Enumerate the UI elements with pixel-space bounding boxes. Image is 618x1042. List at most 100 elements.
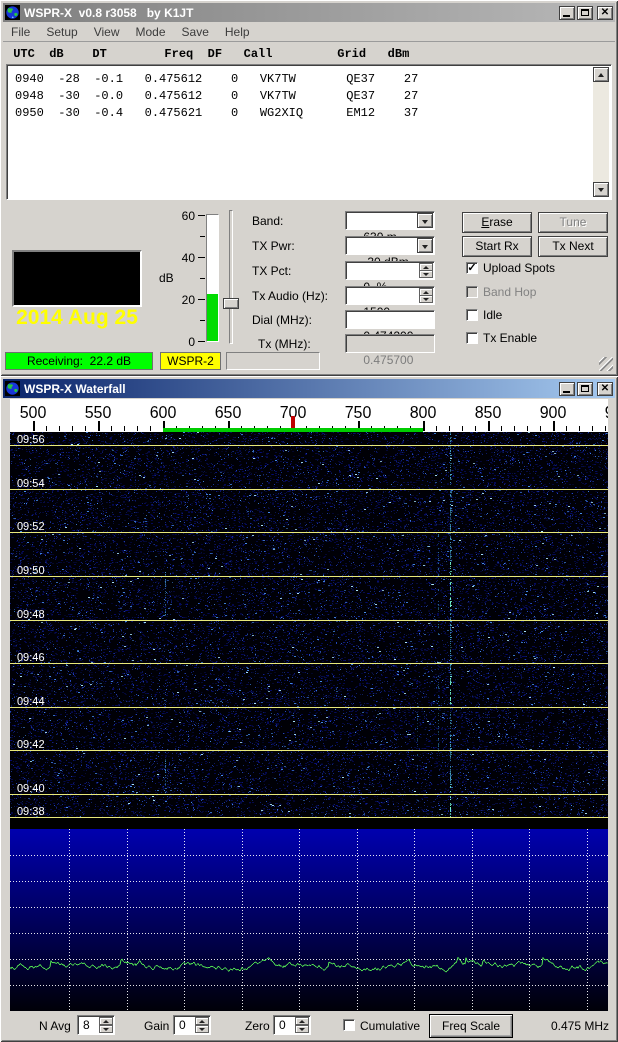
navg-spin-buttons — [99, 1017, 113, 1033]
band-hop-label: Band Hop — [483, 285, 536, 299]
txaudio-spin-buttons — [419, 288, 433, 303]
minimize-button[interactable] — [559, 6, 575, 20]
band-dropdown-button[interactable] — [417, 213, 433, 228]
spots-rows: 0940 -28 -0.1 0.475612 0 VK7TW QE37 27 0… — [15, 71, 418, 122]
zero-label: Zero — [245, 1019, 270, 1033]
maximize-button[interactable] — [577, 6, 593, 20]
clock-date: 2014 Aug 25 — [14, 305, 140, 330]
band-hop-checkbox — [466, 286, 478, 298]
arrow-down-icon — [103, 1028, 109, 1031]
zero-value: 0 — [279, 1018, 286, 1032]
tx-freq-value: 0.475700 — [363, 353, 413, 367]
tune-button: Tune — [538, 212, 608, 233]
waterfall-canvas — [10, 432, 608, 818]
txpwr-label: TX Pwr: — [252, 239, 295, 253]
arrow-up-icon — [423, 266, 429, 269]
resize-grip[interactable] — [599, 357, 613, 371]
navg-label: N Avg — [39, 1019, 71, 1033]
zero-spinner[interactable]: 0 — [273, 1015, 311, 1035]
signal-meter-fill — [207, 294, 218, 341]
dropdown-arrow-icon — [422, 220, 428, 224]
arrow-up-icon — [423, 291, 429, 294]
spin-down-button[interactable] — [419, 270, 433, 278]
tx-enable-checkbox[interactable] — [466, 332, 478, 344]
main-window-title: WSPR-X v0.8 r3058 by K1JT — [24, 6, 557, 20]
cumulative-label: Cumulative — [360, 1019, 420, 1033]
tx-next-button[interactable]: Tx Next — [538, 236, 608, 257]
mode-badge: WSPR-2 — [160, 352, 221, 370]
receiving-status: Receiving: 22.2 dB — [5, 352, 153, 370]
main-titlebar[interactable]: WSPR-X v0.8 r3058 by K1JT ✕ — [3, 3, 615, 22]
txpct-spinner[interactable]: 0 % — [345, 261, 435, 280]
tx-freq-label: Tx (MHz): — [258, 337, 311, 351]
spots-scrollbar[interactable] — [593, 67, 609, 197]
menu-setup[interactable]: Setup — [38, 23, 85, 39]
spin-down-button[interactable] — [99, 1025, 113, 1033]
zero-spin-buttons — [295, 1017, 309, 1033]
meter-tick-0: 0 — [183, 335, 195, 349]
signal-meter — [206, 214, 219, 342]
meter-tick-20: 20 — [177, 293, 195, 307]
utc-clock: 2014 Aug 25 09:56:37 — [12, 250, 142, 307]
dropdown-arrow-icon — [422, 245, 428, 249]
arrow-down-icon — [199, 1028, 205, 1031]
freq-scale-button[interactable]: Freq Scale — [429, 1014, 513, 1038]
spin-up-button[interactable] — [99, 1017, 113, 1025]
idle-checkbox[interactable] — [466, 309, 478, 321]
arrow-down-icon — [598, 188, 604, 192]
menu-save[interactable]: Save — [174, 23, 217, 39]
waterfall-window-title: WSPR-X Waterfall — [24, 382, 557, 396]
close-button[interactable]: ✕ — [597, 6, 613, 20]
spin-up-button[interactable] — [195, 1017, 209, 1025]
spots-list[interactable]: 0940 -28 -0.1 0.475612 0 VK7TW QE37 27 0… — [6, 64, 612, 200]
upload-spots-checkbox[interactable]: ✓ — [466, 262, 478, 274]
cumulative-checkbox[interactable] — [343, 1019, 355, 1031]
arrow-down-icon — [299, 1028, 305, 1031]
arrow-up-icon — [598, 73, 604, 77]
erase-button[interactable]: Erase — [462, 212, 532, 233]
navg-spinner[interactable]: 8 — [77, 1015, 115, 1035]
menu-mode[interactable]: Mode — [128, 23, 174, 39]
txpwr-dropdown-button[interactable] — [417, 238, 433, 253]
spin-down-button[interactable] — [195, 1025, 209, 1033]
spin-down-button[interactable] — [419, 295, 433, 303]
meter-slider-track[interactable] — [229, 210, 233, 344]
band-label: Band: — [252, 214, 283, 228]
close-button[interactable]: ✕ — [597, 382, 613, 396]
scroll-up-button[interactable] — [593, 67, 609, 82]
band-select[interactable]: 630 m — [345, 211, 435, 230]
scroll-down-button[interactable] — [593, 182, 609, 197]
spin-up-button[interactable] — [295, 1017, 309, 1025]
waterfall-window: WSPR-X Waterfall ✕ N Avg 8 Gain 0 Zero — [0, 376, 618, 1042]
upload-spots-label: Upload Spots — [483, 261, 555, 275]
navg-value: 8 — [83, 1018, 90, 1032]
start-rx-button[interactable]: Start Rx — [462, 236, 532, 257]
txpct-spin-buttons — [419, 263, 433, 278]
txaudio-label: Tx Audio (Hz): — [252, 289, 328, 303]
idle-label: Idle — [483, 308, 502, 322]
dial-label: Dial (MHz): — [252, 313, 312, 327]
meter-unit-label: dB — [159, 271, 174, 285]
minimize-button[interactable] — [559, 382, 575, 396]
dial-input[interactable]: 0.474200 — [345, 310, 435, 329]
arrow-down-icon — [423, 298, 429, 301]
meter-slider-thumb[interactable] — [223, 298, 239, 309]
menu-view[interactable]: View — [86, 23, 128, 39]
meter-tick-40: 40 — [177, 251, 195, 265]
arrow-down-icon — [423, 273, 429, 276]
waterfall-titlebar[interactable]: WSPR-X Waterfall ✕ — [3, 379, 615, 398]
tx-freq-input: 0.475700 — [345, 334, 435, 353]
wsprx-main-window: WSPR-X v0.8 r3058 by K1JT ✕ FileSetupVie… — [0, 0, 618, 376]
arrow-up-icon — [299, 1020, 305, 1023]
spin-down-button[interactable] — [295, 1025, 309, 1033]
freq-readout: 0.475 MHz — [551, 1019, 609, 1033]
menu-help[interactable]: Help — [217, 23, 258, 39]
meter-tick-60: 60 — [177, 209, 195, 223]
gain-spinner[interactable]: 0 — [173, 1015, 211, 1035]
maximize-button[interactable] — [577, 382, 593, 396]
app-globe-icon — [5, 5, 20, 20]
menu-file[interactable]: File — [3, 23, 38, 39]
txpwr-select[interactable]: -30 dBm — [345, 236, 435, 255]
tx-enable-label: Tx Enable — [483, 331, 537, 345]
txaudio-spinner[interactable]: 1500 — [345, 286, 435, 305]
